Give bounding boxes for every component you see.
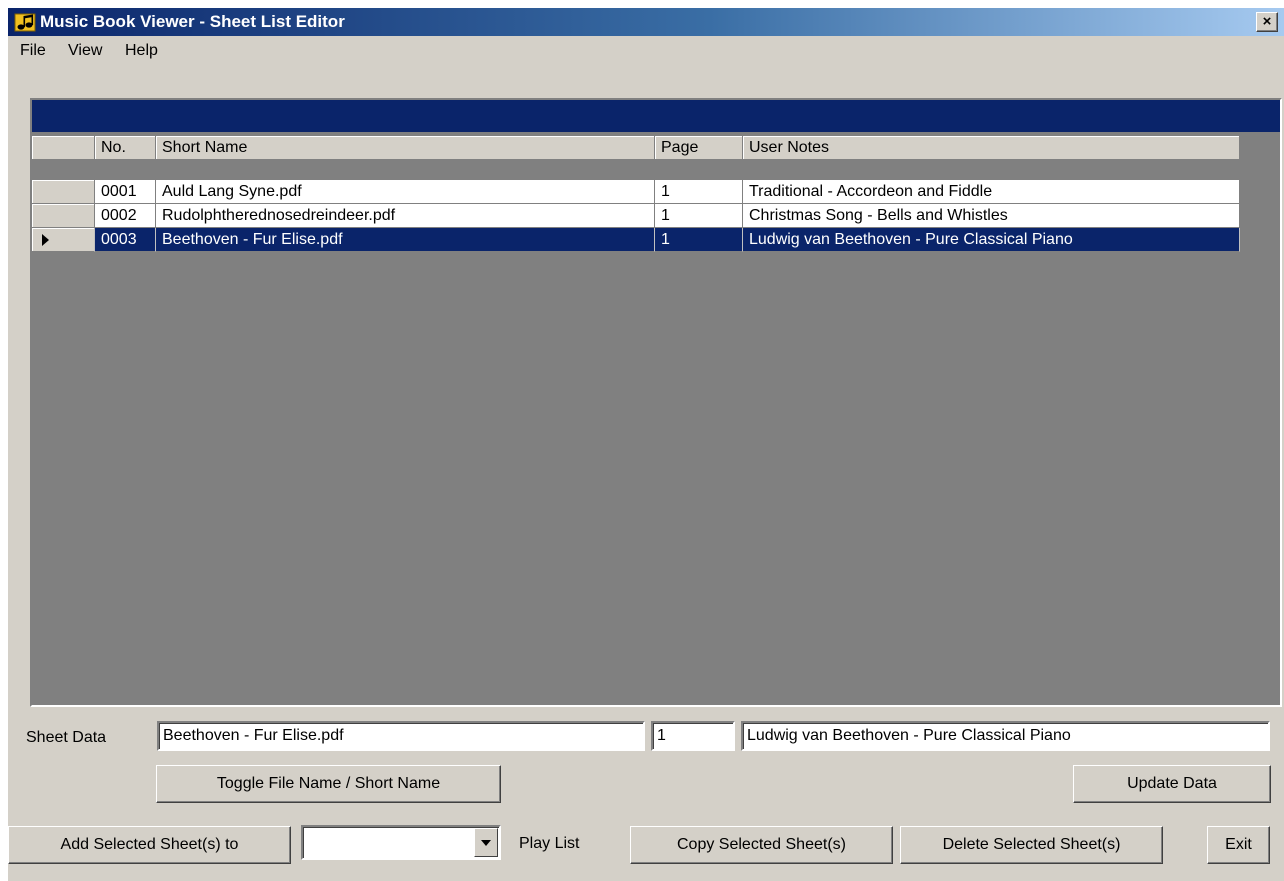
cell-short-name[interactable]: Rudolphtherednosedreindeer.pdf — [156, 204, 655, 228]
title-bar[interactable]: Music Book Viewer - Sheet List Editor × — [8, 8, 1284, 36]
toggle-name-button[interactable]: Toggle File Name / Short Name — [156, 765, 501, 803]
close-button[interactable]: × — [1256, 12, 1278, 32]
current-row-arrow-icon — [42, 234, 49, 246]
grid-header-row: No. Short Name Page User Notes — [32, 136, 1240, 160]
add-selected-button[interactable]: Add Selected Sheet(s) to — [8, 826, 291, 864]
cell-no[interactable]: 0001 — [95, 180, 156, 204]
playlist-dropdown-button[interactable] — [474, 828, 498, 857]
sheet-grid[interactable]: No. Short Name Page User Notes 0001 Auld… — [30, 98, 1282, 707]
user-notes-field[interactable]: Ludwig van Beethoven - Pure Classical Pi… — [741, 721, 1270, 751]
short-name-field[interactable]: Beethoven - Fur Elise.pdf — [157, 721, 645, 751]
cell-page[interactable]: 1 — [655, 204, 743, 228]
menu-bar: File View Help — [8, 36, 1284, 66]
cell-no[interactable]: 0003 — [95, 228, 156, 252]
main-window: Music Book Viewer - Sheet List Editor × … — [8, 8, 1284, 881]
playlist-select[interactable] — [301, 825, 501, 860]
chevron-down-icon — [481, 840, 491, 846]
delete-selected-button[interactable]: Delete Selected Sheet(s) — [900, 826, 1163, 864]
cell-short-name[interactable]: Beethoven - Fur Elise.pdf — [156, 228, 655, 252]
grid-caption-bar — [32, 100, 1280, 132]
column-header-short-name[interactable]: Short Name — [156, 136, 655, 160]
table-row[interactable]: 0002 Rudolphtherednosedreindeer.pdf 1 Ch… — [32, 204, 1240, 228]
sheet-data-label: Sheet Data — [26, 729, 107, 746]
cell-user-notes[interactable]: Ludwig van Beethoven - Pure Classical Pi… — [743, 228, 1240, 252]
menu-file[interactable]: File — [20, 42, 46, 60]
cell-user-notes[interactable]: Christmas Song - Bells and Whistles — [743, 204, 1240, 228]
column-header-user-notes[interactable]: User Notes — [743, 136, 1240, 160]
copy-selected-button[interactable]: Copy Selected Sheet(s) — [630, 826, 893, 864]
cell-no[interactable]: 0002 — [95, 204, 156, 228]
column-header-no[interactable]: No. — [95, 136, 156, 160]
column-header-page[interactable]: Page — [655, 136, 743, 160]
cell-user-notes[interactable]: Traditional - Accordeon and Fiddle — [743, 180, 1240, 204]
cell-short-name[interactable]: Auld Lang Syne.pdf — [156, 180, 655, 204]
exit-button[interactable]: Exit — [1207, 826, 1270, 864]
table-row-selected[interactable]: 0003 Beethoven - Fur Elise.pdf 1 Ludwig … — [32, 228, 1240, 252]
window-title: Music Book Viewer - Sheet List Editor — [40, 12, 345, 31]
menu-view[interactable]: View — [68, 42, 102, 60]
cell-page[interactable]: 1 — [655, 180, 743, 204]
row-header-corner[interactable] — [32, 136, 95, 160]
row-selector[interactable] — [32, 228, 95, 252]
menu-help[interactable]: Help — [125, 42, 158, 60]
row-selector[interactable] — [32, 204, 95, 228]
cell-page[interactable]: 1 — [655, 228, 743, 252]
page-field[interactable]: 1 — [651, 721, 735, 751]
play-list-label: Play List — [519, 835, 580, 852]
update-data-button[interactable]: Update Data — [1073, 765, 1271, 803]
table-row[interactable]: 0001 Auld Lang Syne.pdf 1 Traditional - … — [32, 180, 1240, 204]
music-note-icon — [14, 13, 36, 32]
row-selector[interactable] — [32, 180, 95, 204]
